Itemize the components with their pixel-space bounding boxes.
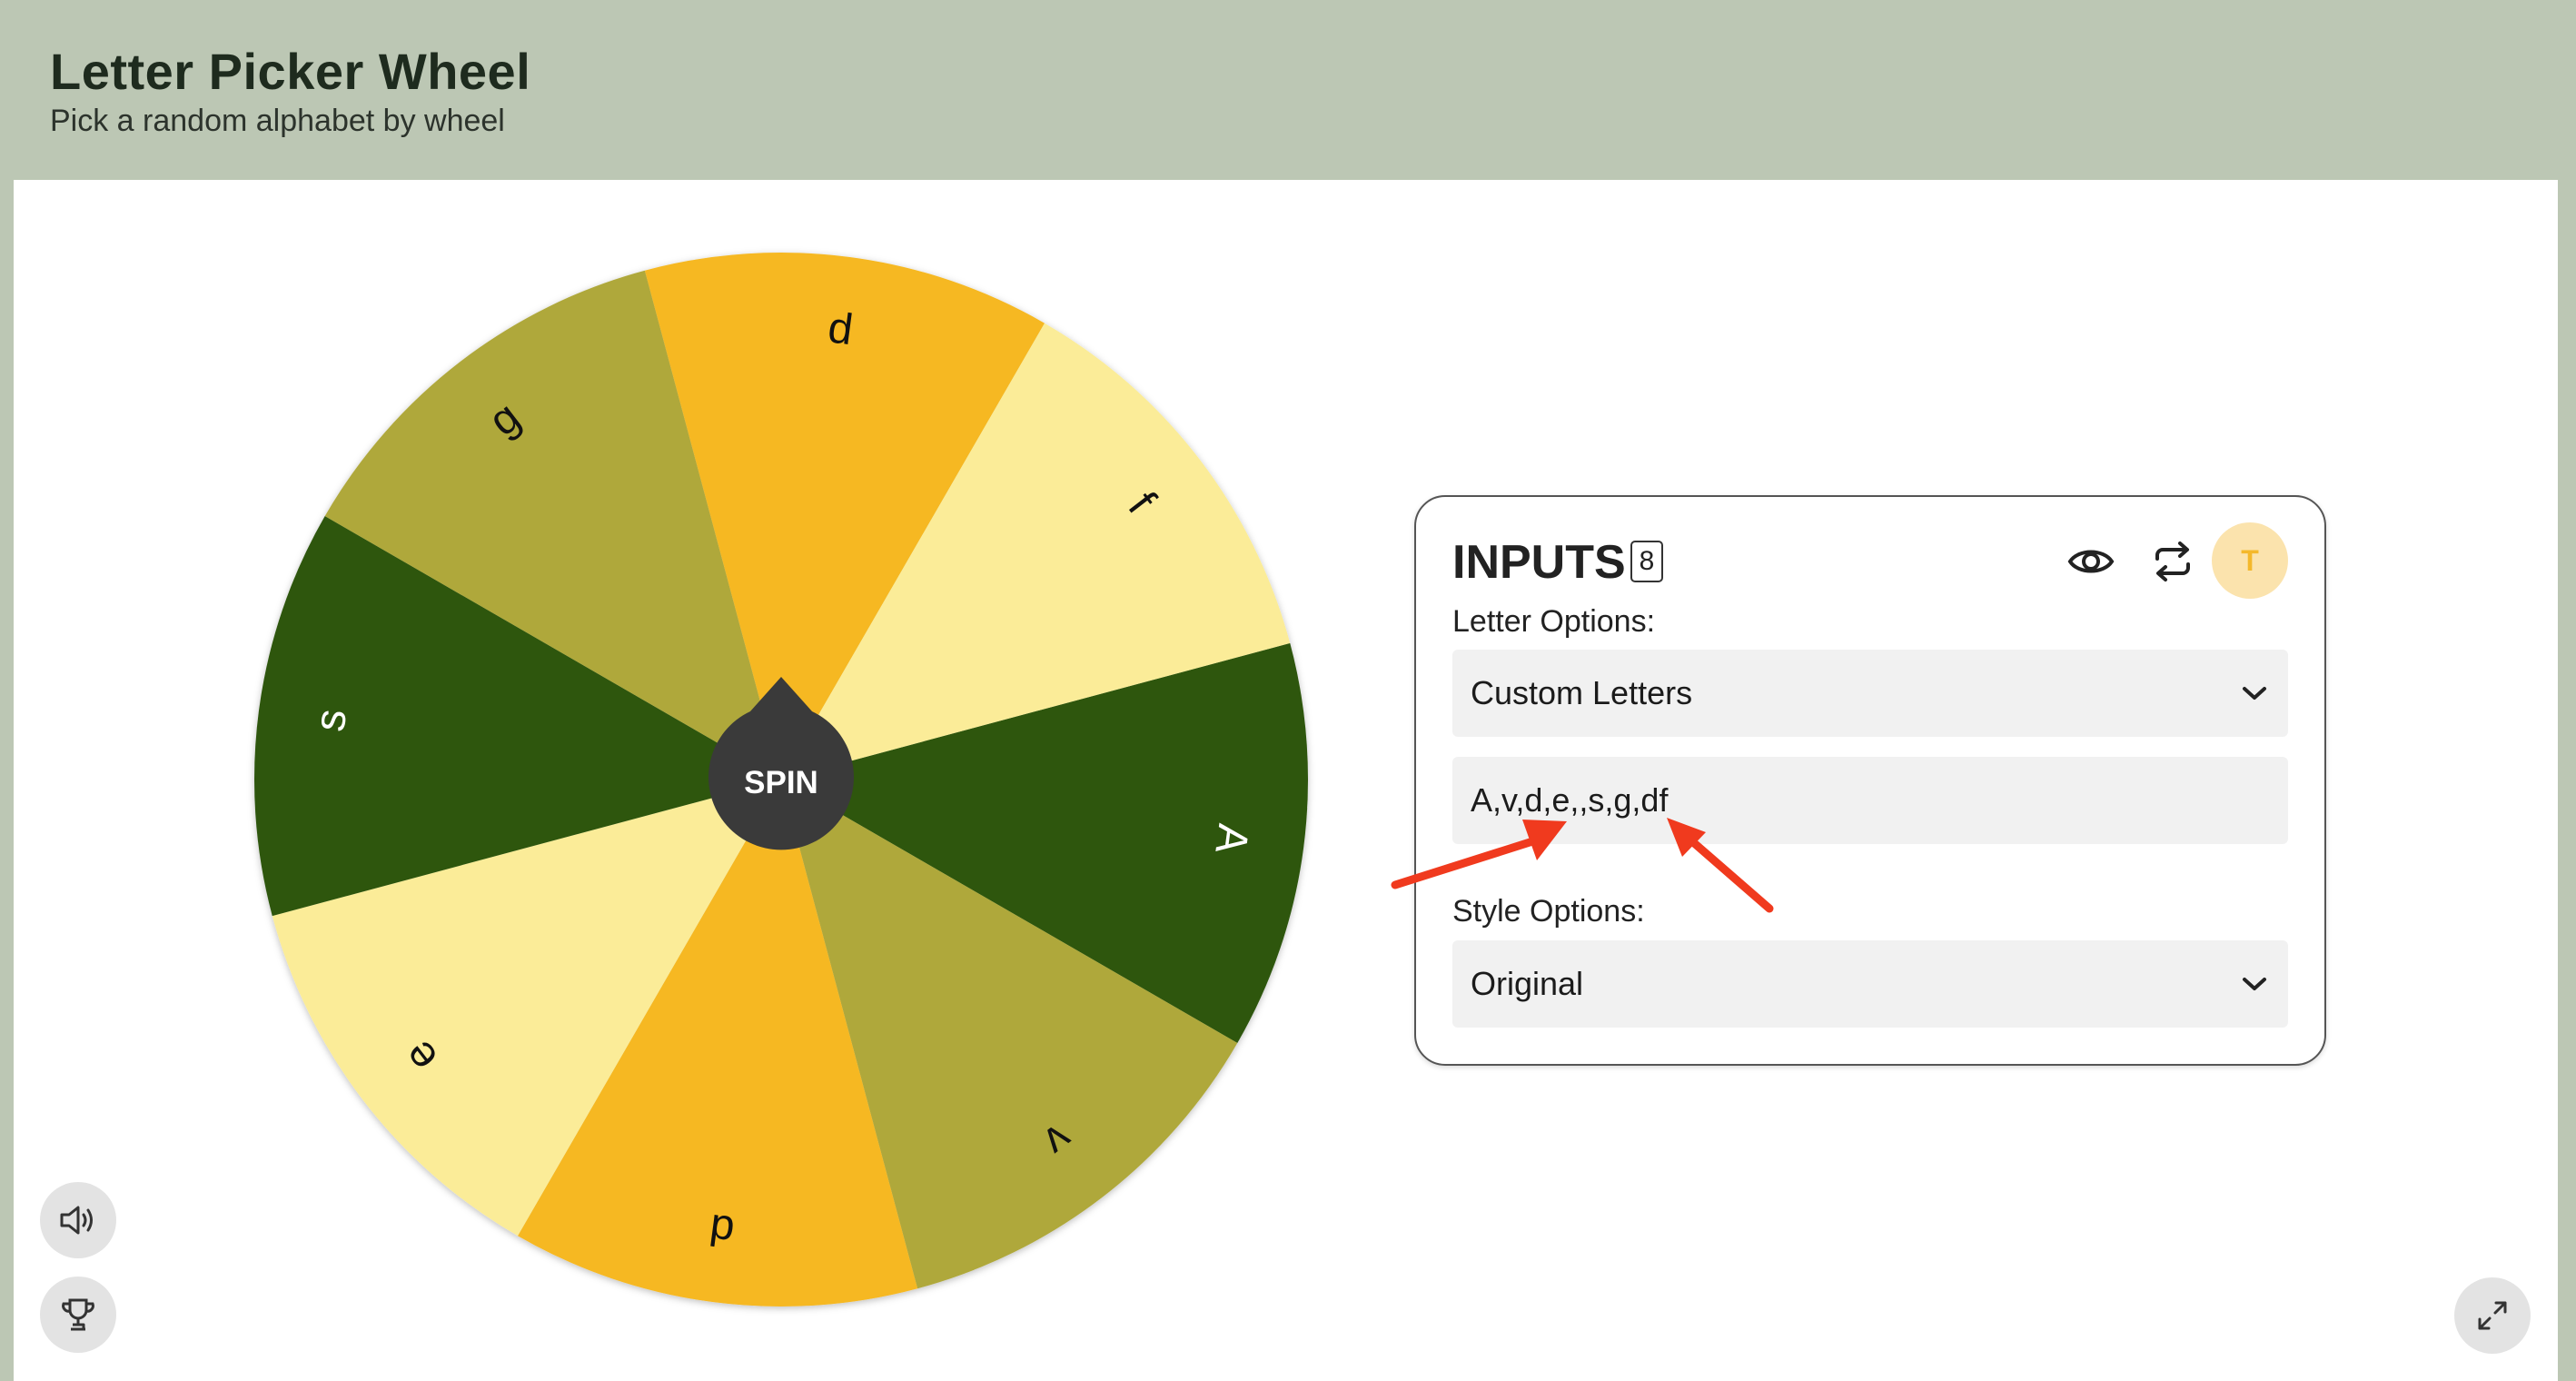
inputs-title: INPUTS <box>1452 536 1626 589</box>
style-options-value: Original <box>1471 965 1584 1002</box>
repeat-icon <box>2155 541 2190 581</box>
spin-label: SPIN <box>744 765 818 800</box>
speaker-icon <box>60 1206 93 1235</box>
sound-button[interactable] <box>40 1182 116 1258</box>
trophy-icon <box>62 1298 94 1331</box>
letter-options-select[interactable]: Custom Letters <box>1452 650 2288 737</box>
eye-icon <box>2067 550 2115 573</box>
style-options-label: Style Options: <box>1452 894 1645 929</box>
chevron-down-icon <box>2243 687 2266 700</box>
app-subtitle: Pick a random alphabet by wheel <box>50 104 505 138</box>
app-title: Letter Picker Wheel <box>50 43 531 100</box>
letter-options-value: Custom Letters <box>1471 674 1693 711</box>
fullscreen-button[interactable] <box>2454 1277 2531 1354</box>
shuffle-button[interactable] <box>2134 522 2212 601</box>
style-options-select[interactable]: Original <box>1452 940 2288 1028</box>
avatar[interactable]: T <box>2212 522 2288 599</box>
inputs-count-badge: 8 <box>1630 541 1663 582</box>
chevron-down-icon <box>2243 978 2266 990</box>
custom-letters-input[interactable] <box>1452 757 2288 844</box>
letter-options-label: Letter Options: <box>1452 604 1656 639</box>
results-button[interactable] <box>40 1277 116 1353</box>
expand-icon <box>2478 1301 2507 1330</box>
inputs-panel: INPUTS 8 T Letter Options: Custom Letter… <box>1414 495 2326 1066</box>
wheel-graphic[interactable]: Avdesgdf SPIN <box>253 251 1310 1308</box>
wheel-segment-label: A <box>1205 821 1257 857</box>
page-header: Letter Picker Wheel Pick a random alphab… <box>0 0 2576 180</box>
toggle-visibility-button[interactable] <box>2052 522 2130 601</box>
letter-wheel[interactable]: Avdesgdf SPIN <box>253 251 1310 1308</box>
